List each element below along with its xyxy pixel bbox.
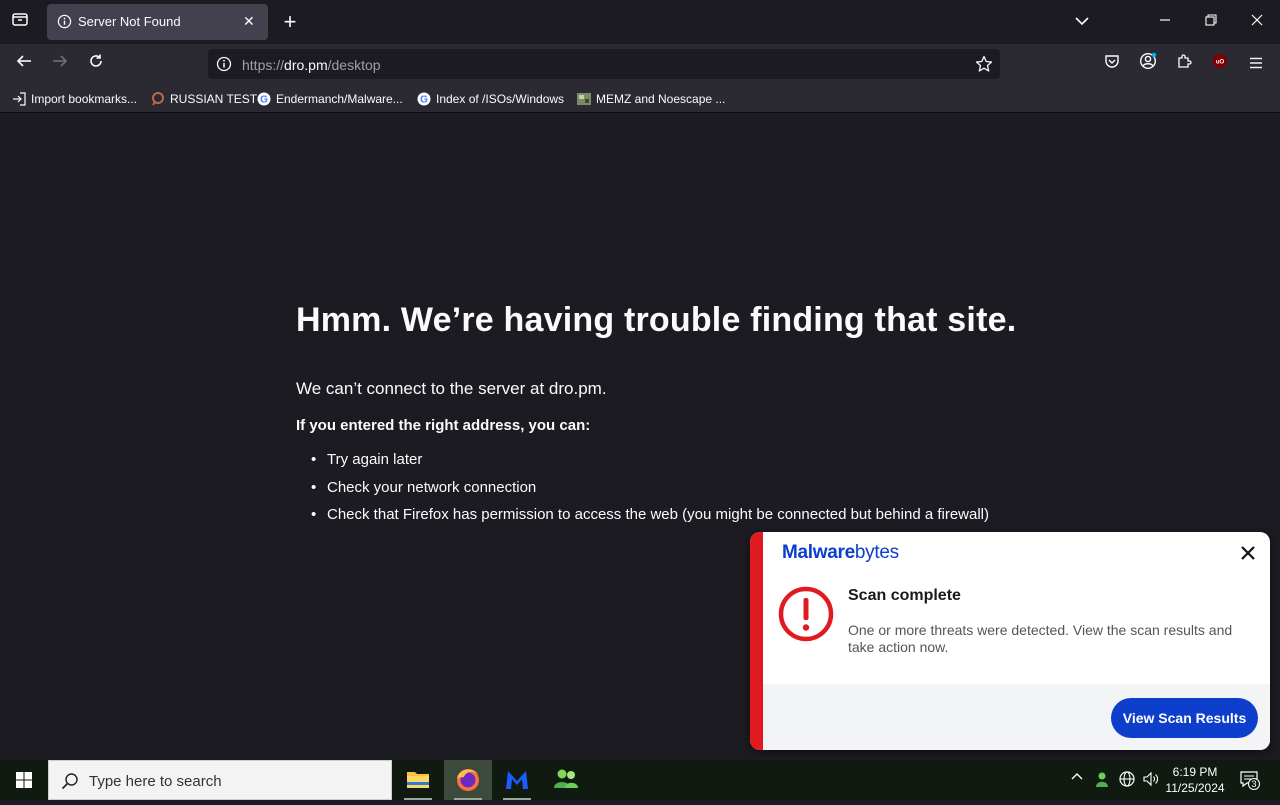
bookmark-endermanch[interactable]: G Endermanch/Malware... [257,90,403,108]
error-lead: If you entered the right address, you ca… [296,417,591,434]
google-favicon: G [257,92,271,106]
show-hidden-icons-icon[interactable] [1070,770,1084,787]
url-bar[interactable]: https://dro.pm/desktop [208,49,1000,79]
import-icon [12,92,26,106]
bookmark-star-icon[interactable] [975,55,993,78]
reload-icon[interactable] [84,52,108,76]
tab-title: Server Not Found [78,14,181,29]
bookmarks-toolbar: Import bookmarks... RUSSIAN TEST G Ender… [0,84,1280,113]
forward-icon[interactable] [48,52,72,76]
list-all-tabs-icon[interactable] [1070,10,1094,34]
account-icon[interactable] [1136,52,1160,76]
malwarebytes-notification: Malwarebytes Scan complete One or more t… [750,532,1270,750]
error-title: Hmm. We’re having trouble finding that s… [296,301,1017,339]
taskbar-search-box[interactable]: Type here to search [48,760,392,800]
alert-accent-bar [750,532,763,750]
new-tab-icon[interactable]: + [278,10,302,34]
back-icon[interactable] [12,52,36,76]
suggestion-item: Check that Firefox has permission to acc… [296,506,989,534]
tab-strip: Server Not Found ✕ + [0,0,1280,44]
navigation-toolbar: https://dro.pm/desktop uO [0,44,1280,84]
suggestion-item: Try again later [296,451,989,479]
bookmark-label: RUSSIAN TEST [170,92,258,106]
bookmark-import[interactable]: Import bookmarks... [12,90,137,108]
ublock-origin-icon[interactable]: uO [1208,52,1232,76]
clock-date: 11/25/2024 [1165,781,1225,795]
bookmark-label: MEMZ and Noescape ... [596,92,726,106]
network-globe-icon[interactable] [1118,770,1136,791]
close-tab-icon[interactable]: ✕ [243,13,255,30]
suggestion-item: Check your network connection [296,479,989,507]
google-favicon: G [417,92,431,106]
malwarebytes-icon[interactable] [493,760,541,800]
bookmark-label: Index of /ISOs/Windows [436,92,565,106]
extensions-icon[interactable] [1172,52,1196,76]
bookmark-russian-test[interactable]: RUSSIAN TEST [151,90,257,108]
svg-text:G: G [260,95,268,106]
people-icon[interactable] [542,760,590,800]
view-scan-results-button[interactable]: View Scan Results [1111,698,1258,738]
tab-list-icon[interactable] [8,10,32,34]
tab-server-not-found[interactable]: Server Not Found ✕ [47,4,268,40]
file-explorer-icon[interactable] [394,760,442,800]
people-tray-icon[interactable] [1094,770,1110,791]
bookmark-label: Endermanch/Malware... [276,92,403,106]
pocket-icon[interactable] [1100,52,1124,76]
taskbar: Type here to search 6:19 PM 11/25/2024 3 [0,760,1280,800]
notification-count-badge: 3 [1248,778,1260,790]
url-text: https://dro.pm/desktop [242,57,381,73]
notification-heading: Scan complete [848,587,961,604]
minimize-icon[interactable] [1153,10,1177,34]
magnifier-favicon [151,92,165,106]
menu-icon[interactable] [1244,52,1268,76]
info-icon [57,14,72,34]
bookmark-label: Import bookmarks... [31,92,138,106]
svg-text:uO: uO [1216,60,1225,66]
close-notification-icon[interactable] [1236,542,1260,566]
search-placeholder: Type here to search [89,773,222,790]
suggestion-list: Try again later Check your network conne… [296,451,989,534]
search-icon [61,772,79,795]
firefox-icon[interactable] [444,760,492,800]
close-window-icon[interactable] [1245,10,1269,34]
windows-start-icon[interactable] [0,760,48,800]
malwarebytes-logo: Malwarebytes [782,542,899,563]
alert-exclamation-icon [778,586,834,647]
system-clock[interactable]: 6:19 PM 11/25/2024 [1160,764,1230,796]
bookmark-memz[interactable]: MEMZ and Noescape ... [577,90,725,108]
error-description: We can’t connect to the server at dro.pm… [296,379,607,398]
volume-icon[interactable] [1142,770,1160,791]
notification-message: One or more threats were detected. View … [848,622,1233,655]
restore-icon[interactable] [1199,10,1223,34]
clock-time: 6:19 PM [1172,765,1218,779]
bookmark-index-isos[interactable]: G Index of /ISOs/Windows [417,90,564,108]
action-center-icon[interactable]: 3 [1238,769,1260,791]
svg-text:G: G [420,95,428,106]
image-favicon [577,92,591,106]
site-info-icon[interactable] [216,56,232,77]
